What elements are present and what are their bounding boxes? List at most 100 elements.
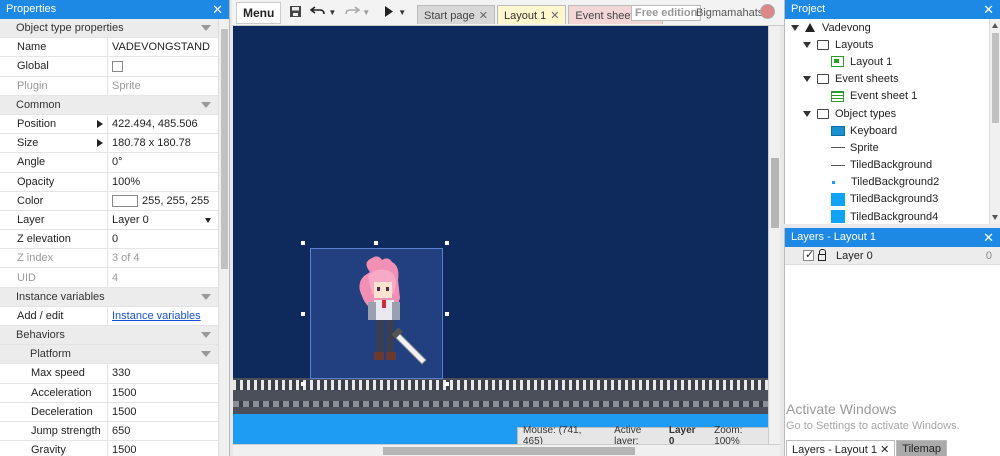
prop-max-speed[interactable]: Max speed 330 <box>0 364 219 384</box>
tree-project-root[interactable]: Vadevong <box>785 19 989 36</box>
layer-visible-checkbox[interactable]: ✓ <box>803 249 814 261</box>
close-icon[interactable]: ✕ <box>983 2 994 18</box>
menu-button[interactable]: Menu <box>236 1 282 24</box>
prop-acceleration[interactable]: Acceleration 1500 <box>0 383 219 403</box>
prop-layer[interactable]: Layer Layer 0 <box>0 210 219 231</box>
collapse-arrow-icon[interactable] <box>201 332 211 338</box>
resize-handle[interactable] <box>445 241 449 245</box>
keyboard-icon <box>831 125 845 136</box>
prop-name[interactable]: Name VADEVONGSTAND <box>0 38 219 58</box>
collapse-arrow-icon[interactable] <box>201 101 211 108</box>
canvas-horizontal-scrollbar[interactable] <box>233 444 780 456</box>
prop-jump-strength[interactable]: Jump strength 650 <box>0 421 219 442</box>
lock-icon[interactable] <box>818 249 826 261</box>
prop-z-elevation[interactable]: Z elevation 0 <box>0 230 219 250</box>
layers-title: Layers - Layout 1 <box>791 231 876 243</box>
expand-arrow-icon[interactable] <box>97 119 103 128</box>
resize-handle[interactable] <box>301 382 305 386</box>
tree-object-tiledbackground4[interactable]: TiledBackground4 <box>785 208 989 224</box>
character-sprite[interactable] <box>338 254 433 376</box>
prop-add-edit[interactable]: Add / edit Instance variables <box>0 306 219 326</box>
section-instance-variables[interactable]: Instance variables <box>0 287 219 307</box>
close-icon[interactable]: ✕ <box>212 2 223 18</box>
play-icon[interactable] <box>384 5 394 20</box>
close-icon[interactable]: ✕ <box>983 230 994 246</box>
layout-canvas[interactable] <box>233 26 768 444</box>
project-scrollbar[interactable] <box>989 19 1000 224</box>
tiledbackground-icon <box>832 180 835 184</box>
scrollbar-thumb[interactable] <box>771 158 779 228</box>
close-icon[interactable]: ✕ <box>880 444 889 456</box>
prop-deceleration[interactable]: Deceleration 1500 <box>0 402 219 422</box>
tree-object-sprite[interactable]: Sprite <box>785 139 989 156</box>
undo-dropdown-icon[interactable]: ▼ <box>328 8 336 17</box>
prop-angle[interactable]: Angle 0° <box>0 153 219 173</box>
section-object-type[interactable]: Object type properties <box>0 19 219 39</box>
expand-caret-icon[interactable] <box>791 24 799 31</box>
expand-caret-icon[interactable] <box>803 41 811 48</box>
resize-handle[interactable] <box>301 312 305 316</box>
tab-start-page[interactable]: Start page ✕ <box>417 5 495 24</box>
run-dropdown-icon[interactable]: ▼ <box>398 8 406 17</box>
collapse-arrow-icon[interactable] <box>201 25 211 31</box>
expand-arrow-icon[interactable] <box>97 139 103 148</box>
section-platform[interactable]: Platform <box>0 345 219 365</box>
prop-color[interactable]: Color 255, 255, 255 <box>0 191 219 211</box>
scroll-down-icon[interactable] <box>992 215 998 220</box>
scroll-up-icon[interactable] <box>992 23 998 28</box>
prop-position[interactable]: Position 422.494, 485.506 <box>0 114 219 135</box>
resize-handle[interactable] <box>445 382 449 386</box>
close-icon[interactable]: ✕ <box>550 10 559 22</box>
scrollbar-thumb[interactable] <box>221 29 228 269</box>
layer-select[interactable]: Layer 0 <box>112 214 149 226</box>
prop-size[interactable]: Size 180.78 x 180.78 <box>0 134 219 154</box>
save-icon[interactable] <box>289 5 302 21</box>
document-tabs: Start page✕ Layout 1✕ Event sheet 1✕ <box>417 5 665 24</box>
section-behaviors[interactable]: Behaviors <box>0 326 219 346</box>
tree-folder-object-types[interactable]: Object types <box>785 105 989 122</box>
tree-object-tiledbackground3[interactable]: TiledBackground3 <box>785 191 989 208</box>
tab-layout-1[interactable]: Layout 1 ✕ <box>496 5 567 24</box>
tree-folder-event-sheets[interactable]: Event sheets <box>785 71 989 88</box>
prop-opacity[interactable]: Opacity 100% <box>0 172 219 192</box>
expand-caret-icon[interactable] <box>803 76 811 83</box>
folder-icon <box>817 39 829 50</box>
username[interactable]: Bigmamahatsu <box>696 7 769 19</box>
close-icon[interactable]: ✕ <box>479 10 488 22</box>
prop-gravity[interactable]: Gravity 1500 <box>0 441 219 456</box>
section-common[interactable]: Common <box>0 95 219 115</box>
tree-object-keyboard[interactable]: Keyboard <box>785 122 989 139</box>
properties-title-bar: Properties ✕ <box>0 0 229 19</box>
instance-variables-link[interactable]: Instance variables <box>112 310 201 322</box>
tree-item-event-sheet-1[interactable]: Event sheet 1 <box>785 88 989 105</box>
global-checkbox[interactable] <box>112 60 123 72</box>
tree-object-tiledbackground2[interactable]: TiledBackground2 <box>785 174 989 191</box>
resize-handle[interactable] <box>301 241 305 245</box>
tab-layers-layout-1[interactable]: Layers - Layout 1 ✕ <box>786 440 896 456</box>
undo-icon[interactable] <box>310 5 326 20</box>
expand-caret-icon[interactable] <box>803 110 811 117</box>
scrollbar-thumb[interactable] <box>992 33 999 123</box>
resize-handle[interactable] <box>445 312 449 316</box>
redo-icon[interactable] <box>344 5 361 20</box>
canvas-vertical-scrollbar[interactable] <box>768 26 780 444</box>
collapse-arrow-icon[interactable] <box>201 293 211 300</box>
collapse-arrow-icon[interactable] <box>201 351 211 358</box>
color-swatch[interactable] <box>112 194 138 207</box>
free-edition-badge[interactable]: Free edition <box>631 5 702 21</box>
tree-folder-layouts[interactable]: Layouts <box>785 36 989 53</box>
tab-tilemap[interactable]: Tilemap <box>896 440 947 456</box>
prop-global[interactable]: Global <box>0 57 219 77</box>
construct-editor: Properties ✕ Object type properties Name… <box>0 0 1000 456</box>
scrollbar-thumb[interactable] <box>383 447 635 455</box>
activate-windows-title: Activate Windows <box>786 401 897 417</box>
tree-object-tiledbackground[interactable]: TiledBackground <box>785 157 989 174</box>
resize-handle[interactable] <box>374 241 378 245</box>
properties-scrollbar[interactable] <box>218 19 229 456</box>
avatar[interactable] <box>760 4 775 19</box>
bottom-panel-tabs: Layers - Layout 1 ✕ Tilemap <box>786 440 948 456</box>
layer-row-layer-0[interactable]: ✓ Layer 0 0 <box>785 247 1000 265</box>
redo-dropdown-icon[interactable]: ▼ <box>362 8 370 17</box>
tree-item-layout-1[interactable]: Layout 1 <box>785 53 989 70</box>
chevron-down-icon[interactable] <box>205 217 211 223</box>
